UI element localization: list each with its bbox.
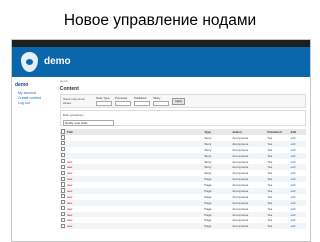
- bulk-operations-select[interactable]: Modify node fields: [63, 120, 114, 126]
- filter-published-select[interactable]: [134, 101, 150, 106]
- row-checkbox[interactable]: [60, 170, 66, 176]
- row-checkbox[interactable]: [60, 223, 66, 230]
- row-published: Yes: [266, 223, 290, 230]
- drupal-screenshot: demo demo My account Create content Log …: [11, 39, 311, 242]
- content-table: Title Type Author Published Edit Story An…: [60, 129, 306, 230]
- new-marker: new: [66, 159, 73, 164]
- sidebar-link-log-out[interactable]: Log out: [15, 101, 55, 106]
- row-checkbox[interactable]: [60, 140, 66, 147]
- filter-sticky-label: Sticky: [153, 96, 161, 100]
- main-content: Home Content Show only items where Node …: [58, 77, 310, 230]
- row-checkbox[interactable]: [60, 211, 66, 218]
- new-marker: new: [66, 188, 73, 193]
- row-checkbox[interactable]: [60, 206, 66, 212]
- row-checkbox[interactable]: [60, 176, 66, 183]
- slide-title: Новое управление нодами: [63, 12, 257, 29]
- new-marker: new: [66, 218, 73, 223]
- apply-filter-button[interactable]: Apply: [172, 97, 185, 105]
- breadcrumb[interactable]: Home: [60, 79, 306, 84]
- new-marker: new: [66, 171, 73, 176]
- row-checkbox[interactable]: [60, 199, 66, 206]
- row-type: Page: [203, 223, 232, 230]
- admin-menu-bar: [12, 40, 310, 47]
- bulk-operations-legend: Bulk operations: [63, 113, 84, 117]
- site-name[interactable]: demo: [44, 56, 71, 67]
- row-title[interactable]: new: [65, 223, 204, 230]
- table-row: new Page Anonymous Yes edit: [60, 223, 306, 230]
- row-edit-link[interactable]: edit: [289, 223, 306, 230]
- row-checkbox[interactable]: [60, 135, 66, 141]
- row-checkbox[interactable]: [60, 158, 66, 165]
- row-checkbox[interactable]: [60, 188, 66, 194]
- row-checkbox[interactable]: [60, 147, 66, 153]
- row-author: Anonymous: [231, 223, 267, 230]
- drupal-logo-icon[interactable]: [21, 52, 38, 72]
- new-marker: new: [66, 194, 73, 199]
- new-marker: new: [66, 200, 73, 205]
- row-checkbox[interactable]: [60, 182, 66, 188]
- filter-published-label: Published: [134, 96, 147, 100]
- new-marker: new: [66, 224, 73, 229]
- row-checkbox[interactable]: [60, 194, 66, 200]
- row-checkbox[interactable]: [60, 152, 66, 159]
- new-marker: new: [66, 165, 73, 170]
- new-marker: new: [66, 212, 73, 217]
- site-header: demo: [12, 47, 310, 77]
- filter-box: Show only items where Node Type Promoted…: [60, 94, 306, 108]
- filter-node-type-label: Node Type: [96, 96, 110, 100]
- filter-promoted-label: Promoted: [115, 96, 128, 100]
- row-checkbox[interactable]: [60, 164, 66, 171]
- select-all-checkbox[interactable]: [60, 129, 66, 135]
- sidebar-title: demo: [15, 82, 29, 88]
- filter-sticky-select[interactable]: [153, 101, 169, 106]
- filter-promoted-select[interactable]: [115, 101, 131, 106]
- new-marker: new: [66, 206, 73, 211]
- filter-node-type-select[interactable]: [96, 101, 112, 106]
- page-title: Content: [60, 86, 79, 92]
- bulk-operations-box: Bulk operations Modify node fields: [60, 110, 306, 126]
- sidebar: demo My account Create content Log out: [12, 77, 58, 229]
- filter-label: Show only items where: [63, 97, 85, 105]
- row-checkbox[interactable]: [60, 217, 66, 223]
- new-marker: new: [66, 177, 73, 182]
- new-marker: new: [66, 183, 73, 188]
